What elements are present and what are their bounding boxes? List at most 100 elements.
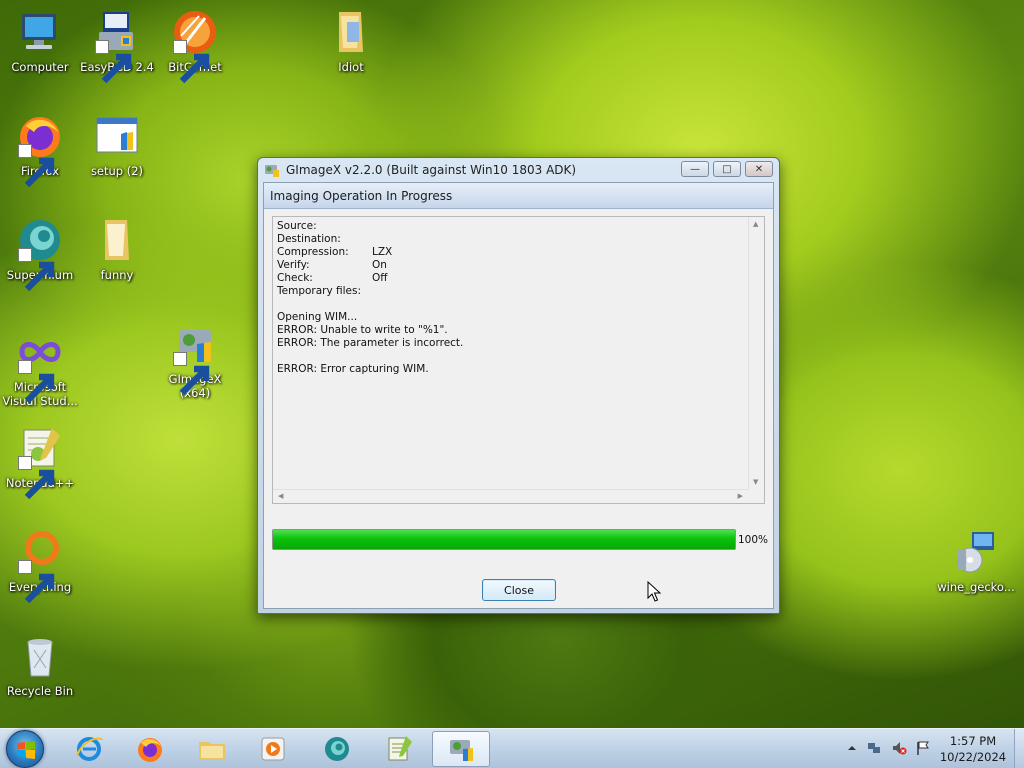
show-desktop-button[interactable] — [1014, 729, 1024, 768]
installer-icon — [952, 528, 1000, 576]
scroll-up-icon[interactable]: ▲ — [753, 220, 758, 228]
maximize-button[interactable]: □ — [713, 161, 741, 177]
media-player-icon — [261, 737, 285, 761]
recycle-bin-icon — [16, 632, 64, 680]
shortcut-arrow-icon — [95, 40, 132, 84]
dialog-header: Imaging Operation In Progress — [264, 183, 773, 209]
shortcut-arrow-icon — [18, 248, 55, 292]
taskbar-internet-explorer[interactable] — [60, 731, 118, 767]
close-button[interactable]: Close — [482, 579, 556, 601]
network-icon — [868, 743, 880, 753]
close-window-button[interactable]: ✕ — [745, 161, 773, 177]
scroll-right-icon[interactable]: ▶ — [738, 492, 743, 500]
visual-studio-icon — [16, 328, 64, 404]
flag-icon — [917, 741, 929, 755]
log-message: ERROR: Unable to write to "%1". — [277, 324, 448, 336]
desktop-icon-everything[interactable]: Everything — [0, 528, 80, 604]
start-button[interactable] — [6, 730, 44, 768]
system-clock[interactable]: 1:57 PM 10/22/2024 — [938, 733, 1008, 765]
desktop-icon-label: wine_gecko... — [937, 580, 1015, 594]
desktop-icon-gimagex[interactable]: GImageX (x64) — [155, 320, 235, 400]
notepadpp-icon — [388, 736, 412, 761]
taskbar-supermium[interactable] — [308, 731, 366, 767]
folder-icon — [327, 8, 375, 56]
maximize-icon: □ — [722, 163, 732, 175]
operation-log[interactable]: Source: Destination: Compression: LZX Ver… — [272, 216, 765, 504]
clock-time: 1:57 PM — [949, 734, 997, 748]
log-horizontal-scrollbar[interactable]: ◀ ▶ — [273, 489, 748, 503]
shortcut-arrow-icon — [18, 360, 55, 404]
close-icon: ✕ — [754, 163, 764, 175]
taskbar-gimagex[interactable] — [432, 731, 490, 767]
progress-fill — [273, 530, 735, 549]
folder-icon — [199, 742, 225, 760]
show-hidden-icons-button[interactable] — [844, 740, 860, 756]
folder-icon — [93, 216, 141, 264]
dialog-client-area: Imaging Operation In Progress Source: De… — [263, 182, 774, 609]
progress-bar — [272, 529, 736, 550]
setup-icon — [93, 112, 141, 160]
volume-muted-icon — [893, 742, 907, 755]
tray-network[interactable] — [866, 740, 882, 756]
tray-volume[interactable] — [891, 740, 907, 756]
shortcut-arrow-icon — [173, 40, 210, 84]
taskbar-media-player[interactable] — [244, 731, 302, 767]
bitcomet-icon — [171, 8, 219, 84]
taskbar-notepadpp[interactable] — [370, 731, 428, 767]
desktop-icon-label: funny — [100, 268, 134, 282]
taskbar-firefox[interactable] — [121, 731, 179, 767]
chevron-up-icon — [848, 746, 856, 750]
scroll-left-icon[interactable]: ◀ — [278, 492, 283, 500]
computer-icon — [16, 8, 64, 56]
log-message: ERROR: Error capturing WIM. — [277, 363, 429, 375]
tray-action-center[interactable] — [915, 740, 931, 756]
log-vertical-scrollbar[interactable]: ▲ ▼ — [748, 217, 764, 489]
gimagex-icon — [171, 320, 219, 396]
internet-explorer-icon — [76, 737, 103, 761]
gimagex-app-icon — [264, 162, 280, 178]
desktop-icon-funny[interactable]: funny — [77, 216, 157, 282]
everything-icon — [16, 528, 64, 604]
minimize-icon: — — [690, 163, 700, 175]
window-titlebar[interactable]: GImageX v2.2.0 (Built against Win10 1803… — [258, 158, 779, 182]
easybcd-icon — [93, 8, 141, 84]
progress-percent: 100% — [738, 534, 769, 546]
log-field: Destination: — [277, 233, 341, 245]
window-title: GImageX v2.2.0 (Built against Win10 1803… — [286, 163, 577, 177]
desktop-icon-easybcd[interactable]: EasyBCD 2.4 — [77, 8, 157, 84]
desktop-icon-notepadpp[interactable]: Notepad++ — [0, 424, 80, 500]
log-field: Compression: LZX — [277, 246, 393, 258]
taskbar-file-explorer[interactable] — [183, 731, 241, 767]
gimagex-window[interactable]: GImageX v2.2.0 (Built against Win10 1803… — [257, 157, 780, 614]
scroll-down-icon[interactable]: ▼ — [753, 478, 758, 486]
gimagex-icon — [450, 740, 473, 761]
desktop-icon-wine-gecko[interactable]: wine_gecko... — [936, 528, 1016, 594]
minimize-button[interactable]: — — [681, 161, 709, 177]
log-field: Source: — [277, 220, 317, 232]
log-message: Opening WIM... — [277, 311, 358, 323]
windows-logo-icon — [17, 741, 35, 759]
desktop-icon-visual-studio[interactable]: Microsoft Visual Stud... — [0, 328, 80, 408]
supermium-icon — [16, 216, 64, 292]
desktop-icon-supermium[interactable]: Supermium — [0, 216, 80, 292]
log-field: Temporary files: — [277, 285, 362, 297]
firefox-icon — [16, 112, 64, 188]
mouse-cursor-icon — [647, 580, 663, 603]
log-text: Source: Destination: Compression: LZX Ver… — [277, 220, 746, 487]
log-field: Check: Off — [277, 272, 388, 284]
desktop-icon-setup[interactable]: setup (2) — [77, 112, 157, 178]
desktop-icon-recycle-bin[interactable]: Recycle Bin — [0, 632, 80, 698]
desktop-icon-computer[interactable]: Computer — [0, 8, 80, 74]
shortcut-arrow-icon — [18, 456, 55, 500]
desktop-icon-idiot[interactable]: Idiot — [311, 8, 391, 74]
clock-date: 10/22/2024 — [939, 750, 1007, 764]
desktop-icon-label: Computer — [11, 60, 69, 74]
desktop-icon-firefox[interactable]: Firefox — [0, 112, 80, 188]
shortcut-arrow-icon — [18, 144, 55, 188]
desktop-icon-bitcomet[interactable]: BitComet — [155, 8, 235, 84]
desktop-icon-label: Recycle Bin — [6, 684, 74, 698]
shortcut-arrow-icon — [18, 560, 55, 604]
desktop-icon-label: Idiot — [338, 60, 364, 74]
shortcut-arrow-icon — [173, 352, 210, 396]
supermium-icon — [325, 737, 349, 761]
